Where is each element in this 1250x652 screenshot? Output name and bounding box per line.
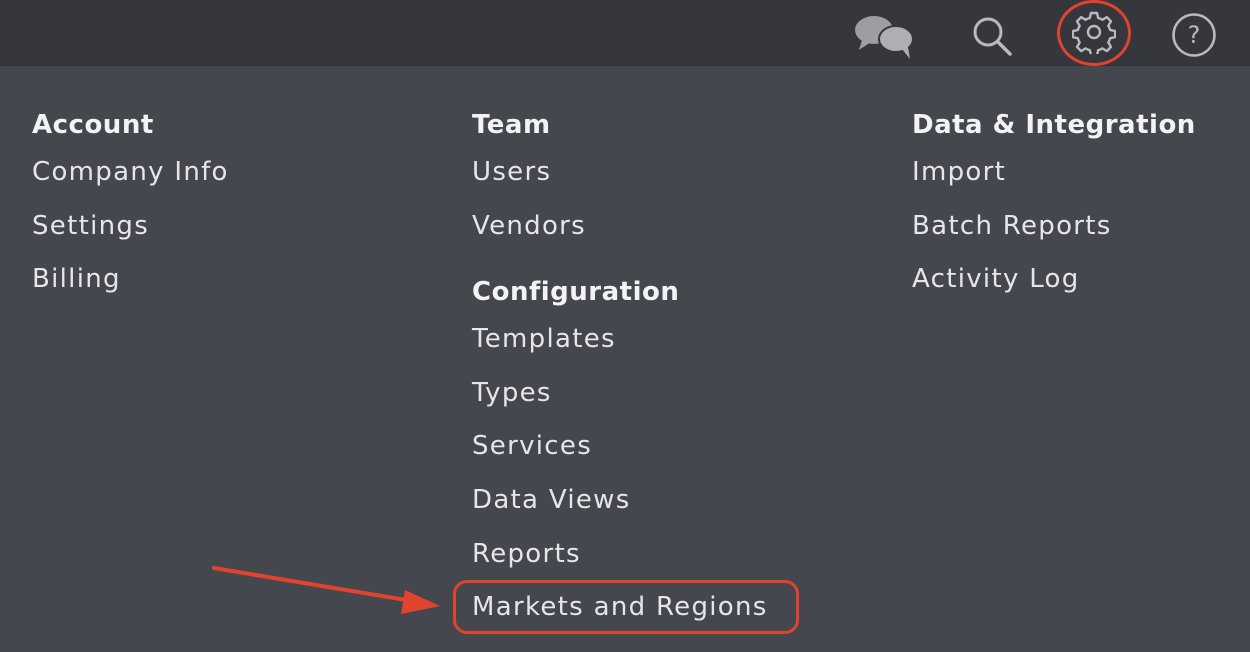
arrow-annotation-icon [212,566,440,614]
